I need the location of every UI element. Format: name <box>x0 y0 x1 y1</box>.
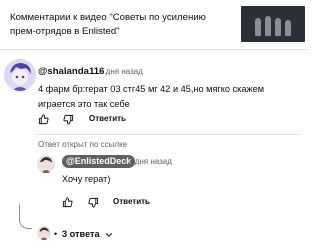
linked-reply-notice: Ответ открыт по ссылке <box>38 140 128 149</box>
avatar[interactable] <box>37 155 55 173</box>
video-thumbnail[interactable] <box>241 6 305 42</box>
video-title[interactable]: Комментарии к видео "Советы по усилению … <box>10 11 232 39</box>
divider <box>37 134 299 135</box>
thumbnail-figure <box>265 16 271 36</box>
thumbs-down-icon[interactable] <box>88 197 99 208</box>
reply-button[interactable]: Ответить <box>89 114 126 123</box>
show-replies-button[interactable]: 3 ответа <box>62 229 100 239</box>
comment-timestamp[interactable]: 2 дня назад <box>99 67 143 76</box>
header-divider <box>0 49 308 50</box>
replies-bullet: • <box>54 229 58 239</box>
comment-text: 4 фарм бр:герат 03 стг45 мг 42 и 45,но м… <box>38 84 265 109</box>
thumbnail-figure <box>285 20 291 36</box>
reply-button[interactable]: Ответить <box>113 197 150 206</box>
chevron-down-icon[interactable] <box>104 230 114 240</box>
thumbnail-figure <box>275 18 281 36</box>
thumbnail-figure <box>255 18 261 36</box>
thread-connector <box>19 204 32 229</box>
comment-author[interactable]: @shalanda116 <box>38 66 104 77</box>
avatar <box>37 226 51 240</box>
reply-text: Хочу герат) <box>62 174 111 184</box>
thumbs-up-icon[interactable] <box>38 114 49 125</box>
reply-author-chip[interactable]: @EnlistedDeck <box>62 155 136 168</box>
thumbs-down-icon[interactable] <box>63 114 74 125</box>
reply-timestamp[interactable]: 2 дня назад <box>128 157 172 166</box>
thumbs-up-icon[interactable] <box>62 197 73 208</box>
avatar[interactable] <box>4 59 36 91</box>
